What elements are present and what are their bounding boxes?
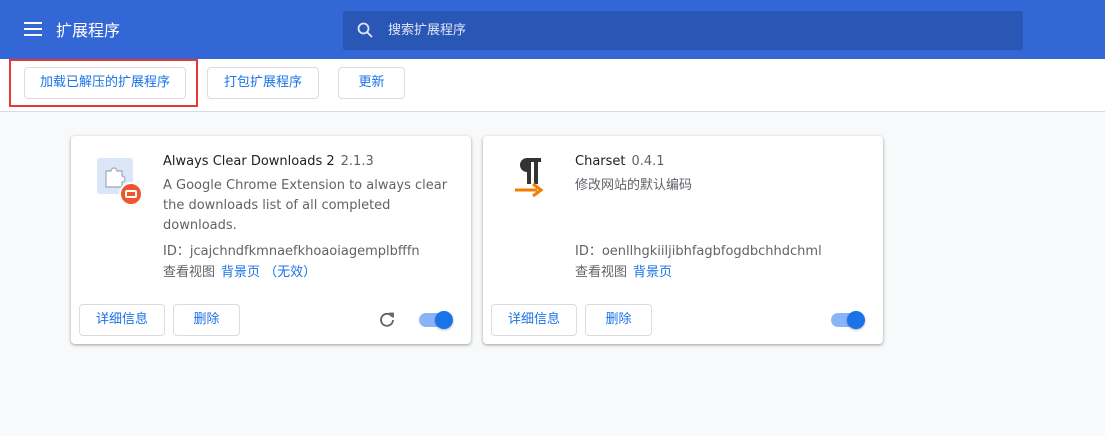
extension-id: ID：oenllhgkiiljibhfagbfogdbchhdchml [575, 244, 822, 259]
update-button[interactable]: 更新 [338, 67, 405, 99]
record-badge-icon [119, 182, 143, 206]
pilcrow-arrow-icon [515, 158, 544, 198]
developer-toolbar: 加载已解压的扩展程序 打包扩展程序 更新 [0, 59, 1105, 112]
extension-version: 0.4.1 [631, 154, 665, 169]
load-unpacked-button[interactable]: 加载已解压的扩展程序 [24, 67, 186, 99]
enable-toggle[interactable] [419, 311, 453, 329]
reload-icon[interactable] [378, 311, 396, 329]
details-button[interactable]: 详细信息 [491, 304, 577, 336]
remove-button[interactable]: 删除 [173, 304, 240, 336]
background-page-link[interactable]: 背景页 （无效） [221, 265, 316, 280]
details-button[interactable]: 详细信息 [79, 304, 165, 336]
search-icon [357, 22, 373, 38]
pack-extension-button[interactable]: 打包扩展程序 [207, 67, 319, 99]
top-bar: 扩展程序 [0, 0, 1105, 59]
search-input[interactable] [388, 11, 1008, 50]
extension-description: 修改网站的默认编码 [575, 178, 693, 193]
extension-version: 2.1.3 [340, 154, 374, 169]
menu-icon[interactable] [24, 22, 42, 36]
enable-toggle[interactable] [831, 311, 865, 329]
page-title: 扩展程序 [56, 21, 121, 40]
extension-name: Charset 0.4.1 [575, 154, 665, 169]
extension-description: A Google Chrome Extension to always clea… [163, 178, 448, 233]
extension-card: Always Clear Downloads 2 2.1.3 A Google C… [71, 136, 471, 344]
extension-card: Charset 0.4.1 修改网站的默认编码 ID：oenllhgkiiljib… [483, 136, 883, 344]
search-box[interactable] [343, 11, 1023, 50]
inspect-views: 查看视图 背景页 [575, 265, 673, 280]
remove-button[interactable]: 删除 [585, 304, 652, 336]
inspect-views: 查看视图 背景页 （无效） [163, 265, 317, 280]
extension-name: Always Clear Downloads 2 2.1.3 [163, 154, 374, 169]
background-page-link[interactable]: 背景页 [633, 265, 672, 280]
extension-id: ID：jcajchndfkmnaefkhoaoiagemplbfffn [163, 244, 420, 259]
